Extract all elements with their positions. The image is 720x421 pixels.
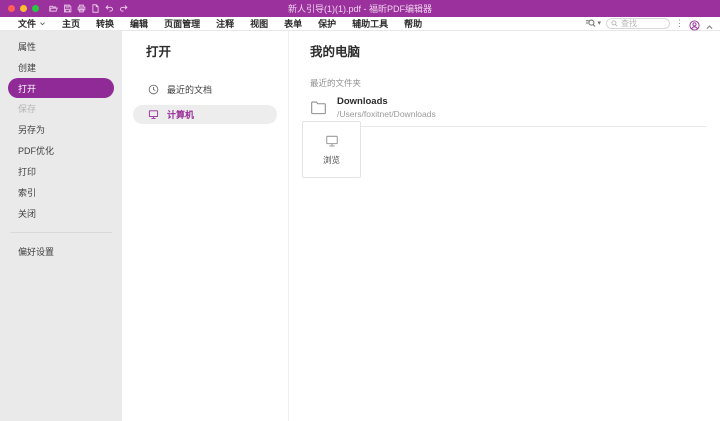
sidebar-item-print[interactable]: 打印 [0,161,122,182]
menu-page-manage[interactable]: 页面管理 [156,17,208,31]
folder-name: Downloads [337,96,436,107]
zoom-window-button[interactable] [32,5,39,12]
window-titlebar: 新人引导(1)(1).pdf - 福昕PDF编辑器 [0,0,720,17]
open-folder-icon[interactable] [49,4,58,13]
sidebar-item-pdf-optimize[interactable]: PDF优化 [0,140,122,161]
computer-panel-title: 我的电脑 [310,41,720,60]
file-menu-sidebar: 属性 创建 打开 保存 另存为 PDF优化 打印 索引 关闭 偏好设置 [0,31,122,421]
search-input[interactable] [621,19,665,28]
sidebar-item-create[interactable]: 创建 [0,57,122,78]
collapse-toolbar-icon[interactable] [705,19,714,28]
undo-icon[interactable] [105,4,114,13]
menu-file[interactable]: 文件 [10,17,54,31]
minimize-window-button[interactable] [20,5,27,12]
recent-folder-downloads[interactable]: Downloads /Users/foxitnet/Downloads [310,96,706,127]
folder-path: /Users/foxitnet/Downloads [337,109,436,119]
open-panel-title: 打开 [146,41,288,60]
sidebar-item-index[interactable]: 索引 [0,182,122,203]
menu-help[interactable]: 帮助 [396,17,430,31]
sidebar-item-open[interactable]: 打开 [8,78,114,98]
open-item-label: 最近的文档 [167,83,212,96]
print-icon[interactable] [77,4,86,13]
menu-form[interactable]: 表单 [276,17,310,31]
search-icon [611,20,618,27]
sidebar-item-properties[interactable]: 属性 [0,36,122,57]
sidebar-item-close[interactable]: 关闭 [0,203,122,224]
menu-edit[interactable]: 编辑 [122,17,156,31]
open-item-computer[interactable]: 计算机 [133,105,277,124]
account-icon[interactable] [689,18,700,29]
menu-protect[interactable]: 保护 [310,17,344,31]
menu-accessibility[interactable]: 辅助工具 [344,17,396,31]
sidebar-divider [10,232,112,233]
browse-label: 浏览 [323,154,340,166]
browse-button[interactable]: 浏览 [302,121,361,178]
menu-comment[interactable]: 注释 [208,17,242,31]
open-panel: 打开 最近的文档 计算机 [122,31,289,421]
close-window-button[interactable] [8,5,15,12]
traffic-lights [8,5,39,12]
menu-bar: 文件 主页 转换 编辑 页面管理 注释 视图 表单 保护 辅助工具 帮助 ▾ ⋮ [0,17,720,31]
computer-icon [324,134,340,148]
sidebar-item-save-as[interactable]: 另存为 [0,119,122,140]
more-options-icon[interactable]: ⋮ [675,19,684,28]
save-icon[interactable] [63,4,72,13]
sidebar-item-save: 保存 [0,98,122,119]
open-item-recent-documents[interactable]: 最近的文档 [133,80,277,99]
create-document-icon[interactable] [91,4,100,13]
sidebar-item-preferences[interactable]: 偏好设置 [0,241,122,262]
find-replace-icon[interactable]: ▾ [585,18,601,29]
computer-icon [148,109,159,120]
computer-panel: 我的电脑 最近的文件夹 Downloads /Users/foxitnet/Do… [290,31,720,421]
redo-icon[interactable] [119,4,128,13]
chevron-down-icon: ▾ [597,20,601,27]
menu-view[interactable]: 视图 [242,17,276,31]
menu-convert[interactable]: 转换 [88,17,122,31]
clock-icon [148,84,159,95]
recent-folders-label: 最近的文件夹 [310,77,720,89]
search-box[interactable] [606,18,670,29]
chevron-down-icon [39,20,46,27]
open-item-label: 计算机 [167,108,194,121]
folder-icon [310,100,327,115]
menu-home[interactable]: 主页 [54,17,88,31]
